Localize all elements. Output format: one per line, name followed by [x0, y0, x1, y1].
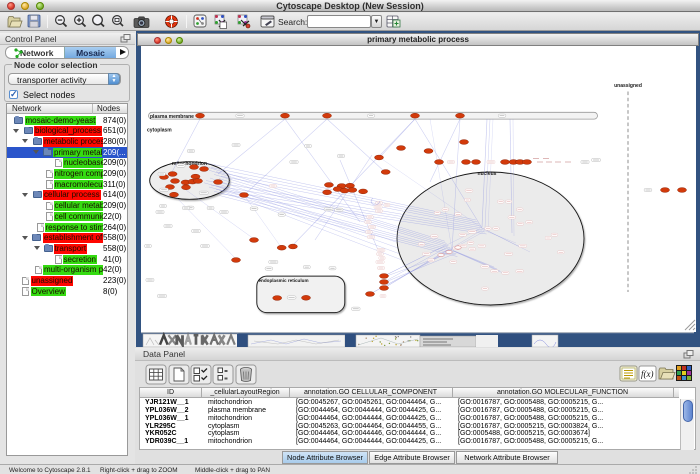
- svg-text:f(x): f(x): [641, 369, 654, 379]
- svg-text:cytoplasm: cytoplasm: [147, 128, 172, 134]
- svg-text:endoplasmic reticulum: endoplasmic reticulum: [259, 278, 309, 283]
- svg-text:nucleus: nucleus: [478, 171, 497, 177]
- svg-text:plasma membrane: plasma membrane: [150, 114, 194, 120]
- svg-text:unassigned: unassigned: [614, 83, 642, 89]
